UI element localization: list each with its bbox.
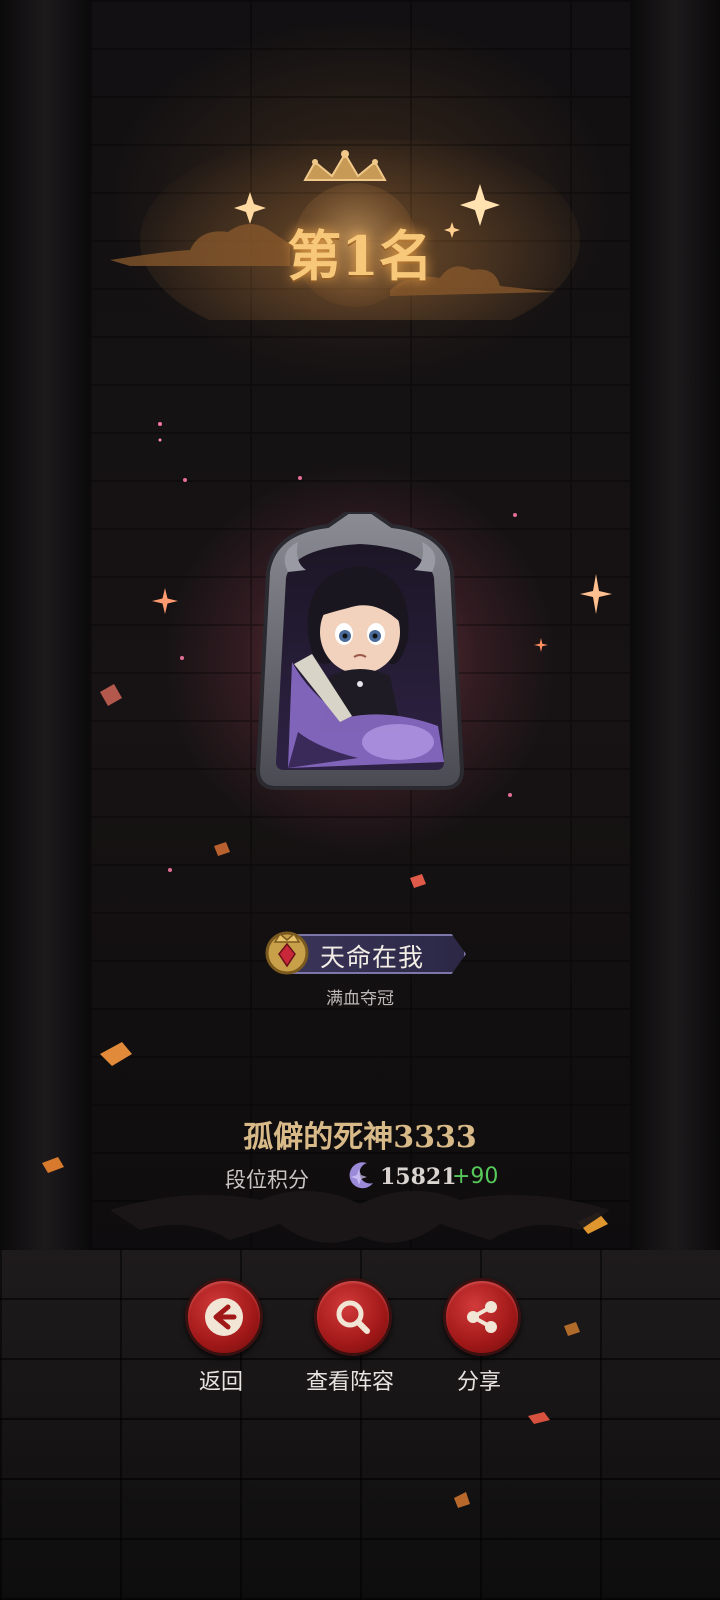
left-pillar bbox=[0, 0, 90, 1300]
rank-score-label: 段位积分 bbox=[225, 1168, 309, 1192]
rank-score-delta: +90 bbox=[452, 1164, 499, 1189]
rank-banner: 第1名 bbox=[100, 130, 620, 350]
leaf-icon bbox=[454, 1492, 470, 1508]
crown-medal-icon bbox=[265, 931, 309, 975]
arrow-left-icon bbox=[205, 1298, 243, 1336]
crescent-moon-rank-icon bbox=[349, 1162, 373, 1189]
right-pillar bbox=[630, 0, 720, 1300]
leaf-icon bbox=[214, 842, 230, 856]
back-button-circle[interactable] bbox=[185, 1278, 263, 1356]
back-button-label: 返回 bbox=[198, 1370, 243, 1395]
result-screen: 第1名 天命在我 满血夺冠 孤僻的死神3333 段位积分 15821 +90 返… bbox=[0, 0, 720, 1600]
rank-score-row: 段位积分 15821 +90 bbox=[0, 1157, 720, 1197]
magnifier-icon bbox=[336, 1300, 370, 1334]
share-button[interactable]: 分享 bbox=[424, 1278, 534, 1398]
petal-icon bbox=[410, 874, 426, 888]
rank-title: 第1名 bbox=[287, 224, 433, 288]
hero-portrait bbox=[255, 512, 465, 790]
share-icon bbox=[467, 1301, 497, 1333]
achievement-title: 天命在我 bbox=[320, 943, 425, 972]
achievement-subtitle: 满血夺冠 bbox=[326, 989, 394, 1009]
petal-icon bbox=[100, 684, 122, 706]
sparkle-icon bbox=[580, 574, 612, 614]
view-lineup-button-label: 查看阵容 bbox=[305, 1370, 394, 1395]
petal-icon bbox=[528, 1412, 550, 1424]
share-button-circle[interactable] bbox=[443, 1278, 521, 1356]
view-lineup-button[interactable]: 查看阵容 bbox=[295, 1278, 405, 1398]
leaf-icon bbox=[100, 1042, 132, 1066]
player-name: 孤僻的死神3333 bbox=[243, 1120, 477, 1155]
share-button-label: 分享 bbox=[456, 1370, 501, 1395]
rank-score-value: 15821 bbox=[380, 1164, 457, 1190]
view-lineup-button-circle[interactable] bbox=[314, 1278, 392, 1356]
leaf-icon bbox=[564, 1322, 580, 1336]
back-button[interactable]: 返回 bbox=[166, 1278, 276, 1398]
achievement-badge: 天命在我 bbox=[262, 926, 472, 976]
